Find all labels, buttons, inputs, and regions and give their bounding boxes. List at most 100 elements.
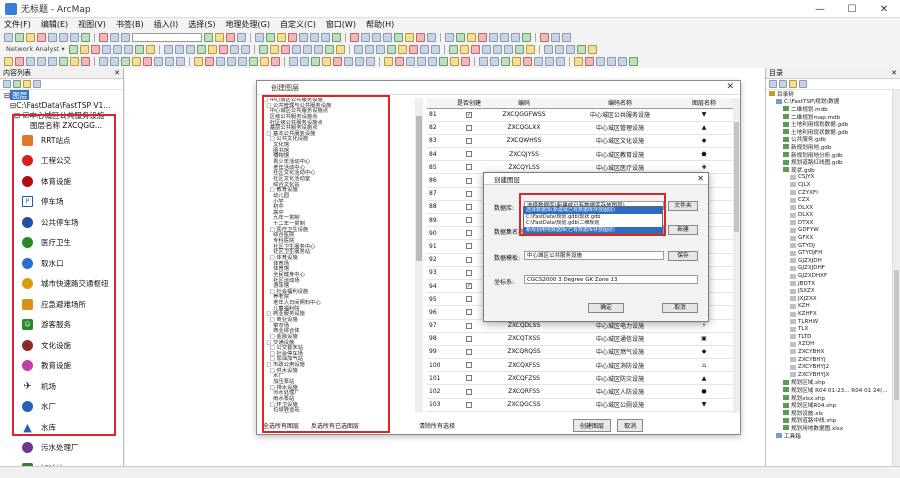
create-checkbox[interactable] — [466, 322, 472, 329]
toolbar-tool-icon[interactable] — [79, 44, 89, 54]
save-template-button[interactable]: 保存 — [668, 251, 698, 261]
catalog-item[interactable]: 公共服务.gdb — [769, 136, 900, 143]
toolbar-tool-icon[interactable] — [15, 56, 24, 66]
menu-help[interactable]: 帮助(H) — [366, 19, 394, 30]
catalog-item[interactable]: 规划xlsx.shp — [769, 394, 900, 401]
catalog-item[interactable]: GDFYW — [769, 227, 900, 235]
toolbar-tool-icon[interactable] — [101, 44, 111, 54]
catalog-item[interactable]: XZQH — [769, 341, 900, 349]
catalog-item[interactable]: 规划用地数据图.xlsx — [769, 424, 900, 432]
catalog-item[interactable]: TLX — [769, 325, 900, 333]
toolbar-tool-icon[interactable] — [461, 56, 470, 66]
create-checkbox-cell[interactable] — [455, 345, 483, 360]
catalog-item[interactable]: 二维规划map.mdb — [769, 113, 900, 120]
toolbar-tool-icon[interactable] — [556, 56, 565, 66]
toolbar-tool-icon[interactable] — [288, 32, 297, 42]
list-by-visibility-icon[interactable] — [23, 80, 31, 88]
toolbar-tool-icon[interactable] — [618, 56, 627, 66]
catalog-item[interactable]: 目录树 — [769, 90, 900, 98]
catalog-item[interactable]: KZH — [769, 303, 900, 311]
toolbar-tool-icon[interactable] — [500, 32, 509, 42]
toolbar-tool-icon[interactable] — [59, 56, 68, 66]
toolbar-tool-icon[interactable] — [300, 56, 309, 66]
toolbar-tool-icon[interactable] — [607, 56, 616, 66]
col-create[interactable]: 是否创建 — [455, 98, 483, 109]
scale-select[interactable] — [132, 32, 202, 42]
cancel-button[interactable]: 取消 — [617, 418, 644, 432]
toolbar-tool-icon[interactable] — [207, 44, 217, 54]
toolbar-tool-icon[interactable] — [324, 44, 334, 54]
toolbar-tool-icon[interactable] — [174, 44, 184, 54]
catalog-item[interactable]: 规划区域 R04 01-23... R04 01 24(... — [769, 386, 900, 394]
toolbar-tool-icon[interactable] — [397, 44, 407, 54]
back-icon[interactable] — [769, 80, 777, 88]
create-checkbox[interactable] — [466, 309, 472, 316]
table-row[interactable]: 104 ZXCQLJSS中心城区垃圾设施◆ — [427, 411, 733, 413]
table-row[interactable]: 83 ZXCQWHSS 中心城区文化设施 ◆ — [427, 134, 733, 149]
toolbar-tool-icon[interactable] — [218, 44, 228, 54]
list-by-selection-icon[interactable] — [33, 80, 41, 88]
create-checkbox-cell[interactable] — [455, 147, 483, 162]
create-checkbox-cell[interactable] — [455, 187, 483, 201]
toolbar-tool-icon[interactable] — [406, 56, 415, 66]
toolbar-tool-icon[interactable] — [163, 44, 173, 54]
catalog-item[interactable]: 规划道路中线.shp — [769, 417, 900, 424]
toolbar-tool-icon[interactable] — [302, 44, 312, 54]
menu-bookmarks[interactable]: 书签(B) — [116, 19, 144, 30]
list-by-source-icon[interactable] — [13, 80, 21, 88]
small-dialog-close-icon[interactable]: ✕ — [697, 174, 704, 183]
create-checkbox-cell[interactable] — [455, 398, 483, 412]
toolbar-tool-icon[interactable] — [353, 44, 363, 54]
toolbar-tool-icon[interactable] — [110, 56, 119, 66]
catalog-item[interactable]: JBDTX — [769, 280, 900, 288]
col-layer-name[interactable]: 图层名称 — [675, 98, 733, 109]
col-code-name[interactable]: 编码名称 — [565, 98, 675, 109]
toolbar-tool-icon[interactable] — [501, 56, 510, 66]
toolbar-tool-icon[interactable] — [456, 32, 465, 42]
toolbar-tool-icon[interactable] — [445, 32, 454, 42]
create-checkbox[interactable] — [466, 217, 472, 224]
toolbar-tool-icon[interactable] — [204, 32, 213, 42]
create-checkbox-cell[interactable] — [455, 173, 483, 188]
menu-edit[interactable]: 编辑(E) — [41, 19, 68, 30]
table-row[interactable]: 103 ZXCQGCSS 中心城区公厕设施 ▼ — [427, 398, 733, 412]
tree-scroll-thumb[interactable] — [416, 116, 422, 261]
table-row[interactable]: 84 ZXCQJYSS 中心城区教育设施 ⬟ — [427, 147, 733, 162]
toolbar-tool-icon[interactable] — [543, 44, 553, 54]
catalog-item[interactable]: GFXX — [769, 234, 900, 242]
toolbar-tool-icon[interactable] — [540, 32, 549, 42]
toolbar-tool-icon[interactable] — [226, 32, 235, 42]
create-checkbox[interactable]: ✓ — [466, 111, 472, 118]
table-row[interactable]: 82 ZXCQGLXX 中心城区管理设施 ▲ — [427, 121, 733, 135]
toolbar-tool-icon[interactable] — [574, 56, 583, 66]
catalog-item[interactable]: ZXCYBHYJX — [769, 371, 900, 379]
toolbar-tool-icon[interactable] — [99, 32, 108, 42]
toolbar-tool-icon[interactable] — [280, 44, 290, 54]
toolbar-tool-icon[interactable] — [229, 44, 239, 54]
toolbar-tool-icon[interactable] — [194, 56, 203, 66]
create-checkbox-cell[interactable]: ✓ — [455, 279, 483, 294]
toolbar-tool-icon[interactable] — [364, 44, 374, 54]
toolbar-tool-icon[interactable] — [227, 56, 236, 66]
toolbar-tool-icon[interactable] — [258, 44, 268, 54]
toolbar-tool-icon[interactable] — [522, 32, 531, 42]
menu-file[interactable]: 文件(F) — [4, 19, 31, 30]
col-code[interactable]: 编码 — [483, 98, 565, 109]
toolbar-tool-icon[interactable] — [585, 56, 594, 66]
toolbar-tool-icon[interactable] — [70, 56, 79, 66]
toolbar-tool-icon[interactable] — [448, 44, 458, 54]
catalog-item[interactable]: CZYXFI — [769, 189, 900, 197]
toolbar-tool-icon[interactable] — [249, 56, 258, 66]
toolbar-tool-icon[interactable] — [511, 32, 520, 42]
toolbar-tool-icon[interactable] — [145, 44, 155, 54]
table-row[interactable]: 100 ZXCQXFSS 中心城区消防设施 ⌂ — [427, 358, 733, 373]
minimize-button[interactable]: — — [804, 0, 836, 18]
toolbar-tool-icon[interactable] — [478, 32, 487, 42]
toolbar-tool-icon[interactable] — [269, 44, 279, 54]
toolbar-tool-icon[interactable] — [68, 44, 78, 54]
toolbar-tool-icon[interactable] — [4, 56, 13, 66]
table-row[interactable]: 102 ZXCQRFSS 中心城区人防设施 ● — [427, 384, 733, 399]
toolbar-tool-icon[interactable] — [37, 56, 46, 66]
create-checkbox[interactable] — [466, 137, 472, 144]
toolbar-tool-icon[interactable] — [196, 44, 206, 54]
